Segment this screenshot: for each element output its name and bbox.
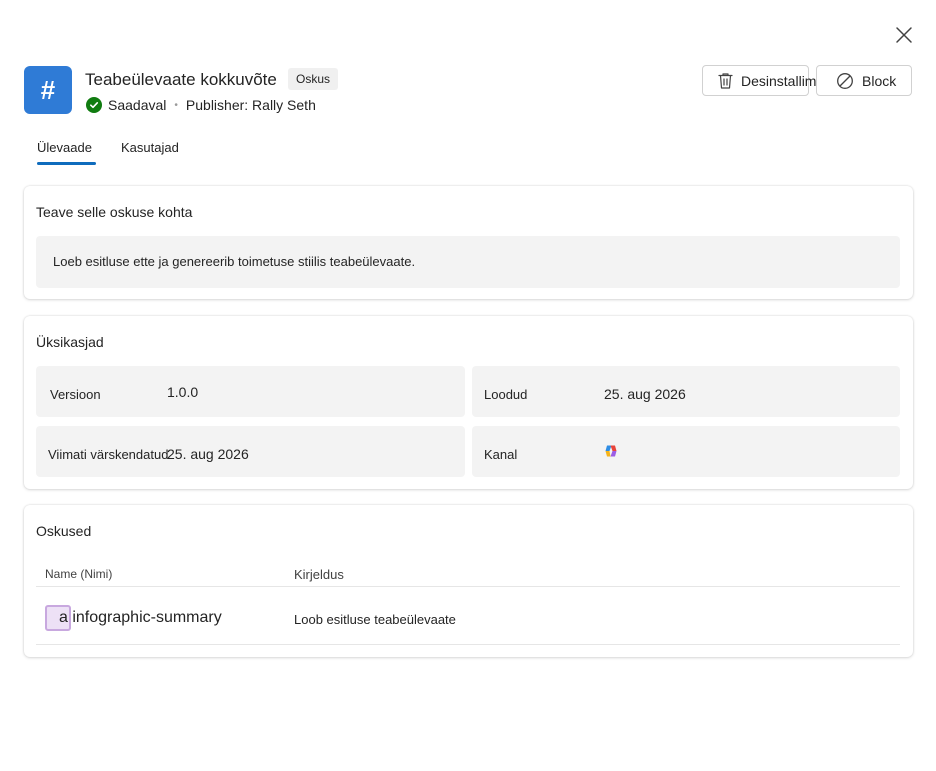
created-label: Loodud xyxy=(484,387,528,402)
publisher-text: Publisher: Rally Seth xyxy=(185,97,316,113)
version-value: 1.0.0 xyxy=(167,384,199,400)
column-header-name[interactable]: Name (Nimi) xyxy=(45,567,112,581)
detail-version: Versioon 1.0.0 xyxy=(36,366,465,417)
trash-icon xyxy=(717,72,734,90)
details-card: Üksikasjad Versioon 1.0.0 Loodud 25. aug… xyxy=(24,316,913,489)
updated-label: Viimati värskendatud xyxy=(48,447,169,462)
block-icon xyxy=(836,72,854,90)
version-label: Versioon xyxy=(50,387,101,402)
header-divider xyxy=(36,586,900,587)
about-title: Teave selle oskuse kohta xyxy=(36,204,193,220)
checkmark-icon xyxy=(86,97,102,113)
detail-created: Loodud 25. aug 2026 xyxy=(472,366,900,417)
about-card: Teave selle oskuse kohta Loeb esitluse e… xyxy=(24,186,913,299)
tab-users[interactable]: Kasutajad xyxy=(121,140,179,155)
skills-title: Oskused xyxy=(36,523,92,539)
close-icon xyxy=(896,27,912,43)
hash-icon: # xyxy=(40,74,56,105)
status-row: Saadaval • Publisher: Rally Seth xyxy=(86,97,316,113)
separator-dot: • xyxy=(174,99,178,111)
skills-card: Oskused Name (Nimi) Kirjeldus a infograp… xyxy=(24,505,913,657)
detail-channel: Kanal xyxy=(472,426,900,477)
skill-name: a infographic-summary xyxy=(59,609,222,626)
skill-name-cell: a infographic-summary xyxy=(45,605,222,631)
block-label: Block xyxy=(862,72,897,89)
app-icon: # xyxy=(24,66,72,114)
row-divider xyxy=(36,644,900,645)
detail-updated: Viimati värskendatud 25. aug 2026 xyxy=(36,426,465,477)
created-value: 25. aug 2026 xyxy=(604,386,686,402)
updated-value: 25. aug 2026 xyxy=(167,446,249,462)
close-button[interactable] xyxy=(893,24,915,46)
page-title: Teabeülevaate kokkuvõte xyxy=(85,70,277,89)
status-text: Saadaval xyxy=(108,97,167,113)
uninstall-button[interactable]: Desinstallimine xyxy=(702,65,835,96)
channel-label: Kanal xyxy=(484,447,518,462)
copilot-icon xyxy=(604,444,618,461)
tab-selected-indicator xyxy=(37,162,96,165)
block-button[interactable]: Block xyxy=(816,65,912,96)
column-header-description[interactable]: Kirjeldus xyxy=(294,567,344,582)
details-title: Üksikasjad xyxy=(36,334,104,350)
tab-overview[interactable]: Ülevaade xyxy=(37,140,92,155)
type-badge: Oskus xyxy=(288,68,339,90)
about-description: Loeb esitluse ette ja genereerib toimetu… xyxy=(36,236,900,288)
skill-description: Loob esitluse teabeülevaate xyxy=(294,612,456,627)
